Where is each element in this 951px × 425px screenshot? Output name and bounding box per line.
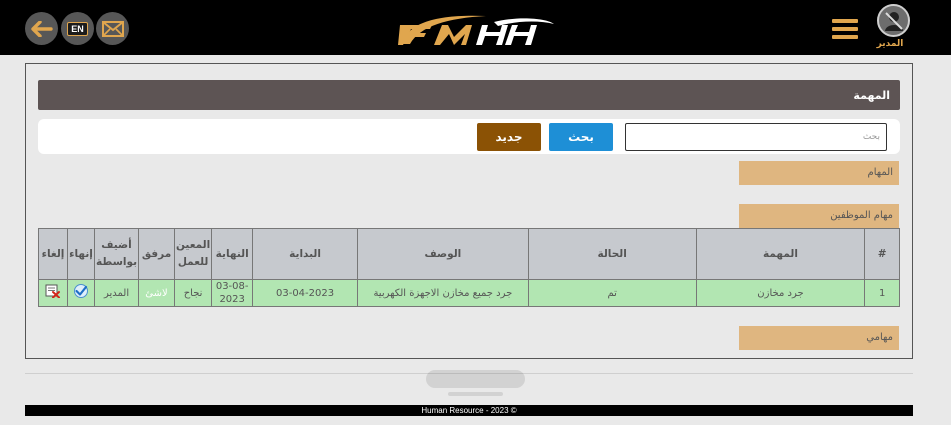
header-status[interactable]: الحالة [527, 228, 697, 280]
arrow-left-icon [30, 20, 53, 37]
search-input[interactable] [625, 123, 887, 151]
brand-logo [398, 15, 554, 45]
cell-start: 03-04-2023 [252, 279, 358, 307]
tasks-table: # المهمة الحالة الوصف البداية النهاية ال… [37, 228, 900, 307]
language-button[interactable]: EN [61, 12, 94, 45]
cell-cancel [37, 279, 69, 307]
language-label: EN [67, 21, 88, 36]
header-index: # [864, 228, 900, 280]
back-button[interactable] [25, 12, 58, 45]
page-title: المهمة [38, 80, 900, 110]
messages-button[interactable] [96, 12, 129, 45]
table-row: 1 جرد مخازن تم جرد جميع مخازن الاجهزة ال… [37, 279, 900, 307]
cell-finish [67, 279, 95, 307]
cell-end: 03-08-2023 [211, 279, 254, 307]
cancel-button[interactable] [45, 284, 61, 298]
header-finish: إنهاء [67, 228, 95, 280]
header-added-by[interactable]: أضيف بواسطة [93, 228, 140, 280]
user-name: المدير [876, 39, 904, 49]
header-assignee[interactable]: المعين للعمل [173, 228, 213, 280]
watermark-logo [426, 370, 525, 396]
header-task[interactable]: المهمة [695, 228, 866, 280]
section-employee-tasks[interactable]: مهام الموظفين [739, 204, 899, 228]
hamburger-menu-icon[interactable] [832, 17, 858, 41]
cell-attachment: لاشئ [138, 279, 175, 307]
attachment-link[interactable]: لاشئ [145, 288, 167, 299]
cell-description: جرد جميع مخازن الاجهزة الكهربية [356, 279, 529, 307]
search-bar: بحث جديد [38, 119, 900, 154]
table-header-row: # المهمة الحالة الوصف البداية النهاية ال… [37, 228, 900, 280]
cell-task: جرد مخازن [695, 279, 866, 307]
mail-icon [101, 20, 124, 37]
finish-button[interactable] [73, 284, 89, 298]
header-cancel: إلغاء [37, 228, 69, 280]
user-avatar-icon [877, 4, 910, 37]
top-bar: EN المدير [0, 0, 951, 55]
section-tasks[interactable]: المهام [739, 161, 899, 185]
header-attachment: مرفق [138, 228, 175, 280]
user-profile[interactable]: المدير [870, 4, 914, 52]
main-panel: المهمة بحث جديد المهام مهام الموظفين # ا… [25, 63, 913, 359]
search-button[interactable]: بحث [549, 123, 613, 151]
cell-index: 1 [864, 279, 900, 307]
cell-added-by: المدير [93, 279, 140, 307]
delete-record-icon [45, 284, 60, 298]
section-my-tasks[interactable]: مهامي [739, 326, 899, 350]
cell-assignee: نجاح [173, 279, 213, 307]
header-description[interactable]: الوصف [356, 228, 529, 280]
header-end[interactable]: النهاية [211, 228, 254, 280]
header-start[interactable]: البداية [252, 228, 358, 280]
new-task-button[interactable]: جديد [477, 123, 541, 151]
cell-status: تم [527, 279, 697, 307]
footer: Human Resource - 2023 © [25, 405, 913, 416]
check-icon [74, 284, 88, 298]
